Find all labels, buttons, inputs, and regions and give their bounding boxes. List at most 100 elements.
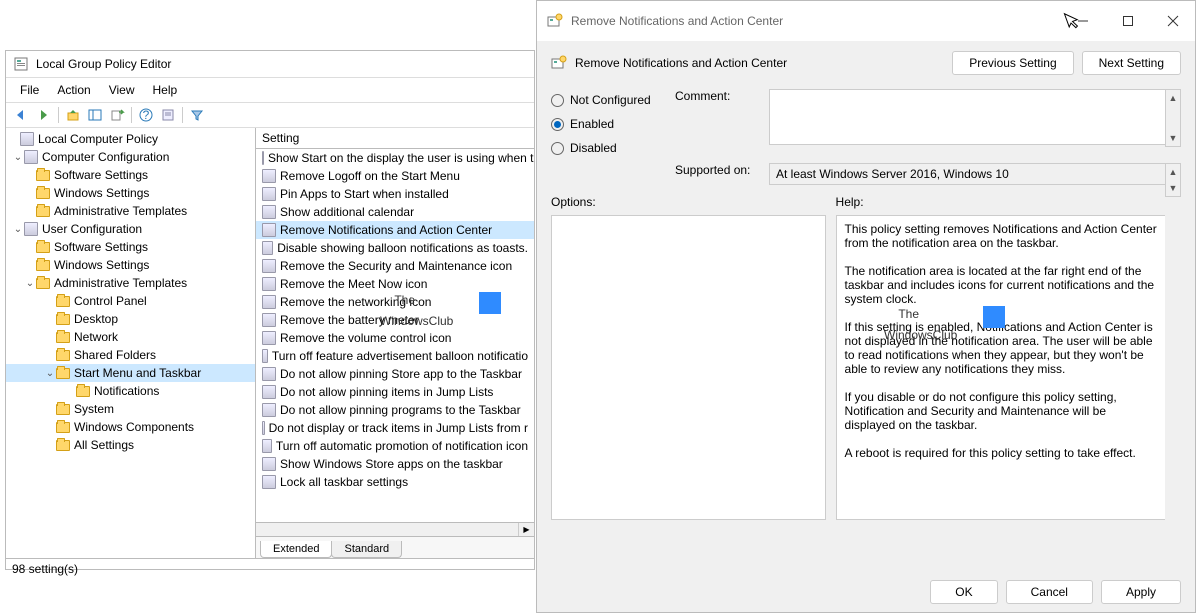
tree-admin-templates[interactable]: ⌄Administrative Templates: [6, 274, 255, 292]
setting-row[interactable]: Lock all taskbar settings: [256, 473, 534, 491]
radio-enabled[interactable]: Enabled: [551, 117, 671, 131]
options-pane: [551, 215, 826, 520]
help-pane: This policy setting removes Notification…: [836, 215, 1165, 520]
setting-row[interactable]: Do not display or track items in Jump Li…: [256, 419, 534, 437]
dialog-heading: Remove Notifications and Action Center: [575, 56, 787, 70]
status-bar: 98 setting(s): [6, 558, 534, 579]
scroll-up-button[interactable]: ▲: [1166, 90, 1180, 106]
tree-panel[interactable]: Local Computer Policy ⌄Computer Configur…: [6, 128, 256, 558]
tree-item[interactable]: Software Settings: [6, 238, 255, 256]
gpedit-window: Local Group Policy Editor File Action Vi…: [5, 50, 535, 570]
setting-row[interactable]: Remove the networking icon: [256, 293, 534, 311]
radio-disabled[interactable]: Disabled: [551, 141, 671, 155]
setting-row[interactable]: Remove the volume control icon: [256, 329, 534, 347]
help-label: Help:: [836, 195, 1165, 209]
setting-icon: [262, 151, 264, 165]
tree-notifications[interactable]: Notifications: [6, 382, 255, 400]
tab-standard[interactable]: Standard: [331, 541, 402, 558]
scroll-down-button[interactable]: ▼: [1166, 180, 1180, 196]
maximize-button[interactable]: [1105, 7, 1150, 35]
help-button[interactable]: ?: [136, 106, 156, 124]
setting-label: Lock all taskbar settings: [280, 475, 408, 489]
tree-item[interactable]: Shared Folders: [6, 346, 255, 364]
comment-textarea[interactable]: ▲ ▼: [769, 89, 1165, 145]
setting-row[interactable]: Show Start on the display the user is us…: [256, 149, 534, 167]
policy-icon: [20, 132, 34, 146]
forward-button[interactable]: [34, 106, 54, 124]
setting-row[interactable]: Turn off automatic promotion of notifica…: [256, 437, 534, 455]
export-button[interactable]: [107, 106, 127, 124]
setting-icon: [262, 385, 276, 399]
properties-button[interactable]: [158, 106, 178, 124]
ok-button[interactable]: OK: [930, 580, 997, 604]
menu-action[interactable]: Action: [49, 81, 98, 99]
next-setting-button[interactable]: Next Setting: [1082, 51, 1181, 75]
tree-item[interactable]: Control Panel: [6, 292, 255, 310]
setting-row[interactable]: Pin Apps to Start when installed: [256, 185, 534, 203]
setting-label: Turn off feature advertisement balloon n…: [272, 349, 528, 363]
setting-label: Show Windows Store apps on the taskbar: [280, 457, 503, 471]
back-button[interactable]: [12, 106, 32, 124]
folder-icon: [56, 314, 70, 325]
setting-label: Turn off automatic promotion of notifica…: [276, 439, 528, 453]
dialog-titlebar: Remove Notifications and Action Center: [537, 1, 1195, 41]
setting-label: Remove Notifications and Action Center: [280, 223, 492, 237]
tree-item[interactable]: System: [6, 400, 255, 418]
setting-row[interactable]: Do not allow pinning programs to the Tas…: [256, 401, 534, 419]
tree-item[interactable]: Windows Settings: [6, 184, 255, 202]
dialog-app-icon: [547, 13, 563, 29]
setting-row[interactable]: Remove the battery meter: [256, 311, 534, 329]
list-column-header[interactable]: Setting: [256, 128, 534, 149]
close-button[interactable]: [1150, 7, 1195, 35]
setting-row[interactable]: Turn off feature advertisement balloon n…: [256, 347, 534, 365]
gpedit-app-icon: [14, 56, 30, 72]
setting-row[interactable]: Remove the Meet Now icon: [256, 275, 534, 293]
help-text: A reboot is required for this policy set…: [845, 446, 1157, 460]
setting-row[interactable]: Do not allow pinning Store app to the Ta…: [256, 365, 534, 383]
folder-icon: [56, 404, 70, 415]
setting-label: Do not allow pinning Store app to the Ta…: [280, 367, 522, 381]
setting-row[interactable]: Disable showing balloon notifications as…: [256, 239, 534, 257]
menu-help[interactable]: Help: [145, 81, 186, 99]
show-hide-tree-button[interactable]: [85, 106, 105, 124]
tree-item[interactable]: Network: [6, 328, 255, 346]
scroll-down-button[interactable]: ▼: [1166, 130, 1180, 146]
tree-computer-config[interactable]: ⌄Computer Configuration: [6, 148, 255, 166]
setting-label: Remove the battery meter: [280, 313, 419, 327]
setting-row[interactable]: Remove Logoff on the Start Menu: [256, 167, 534, 185]
scroll-right-button[interactable]: ▶: [518, 523, 534, 536]
tree-user-config[interactable]: ⌄User Configuration: [6, 220, 255, 238]
scroll-up-button[interactable]: ▲: [1166, 164, 1180, 180]
tree-item[interactable]: Windows Components: [6, 418, 255, 436]
folder-icon: [36, 188, 50, 199]
previous-setting-button[interactable]: Previous Setting: [952, 51, 1073, 75]
up-button[interactable]: [63, 106, 83, 124]
folder-icon: [56, 440, 70, 451]
menu-view[interactable]: View: [101, 81, 143, 99]
folder-icon: [36, 260, 50, 271]
gpedit-menubar: File Action View Help: [6, 78, 534, 103]
gpedit-titlebar: Local Group Policy Editor: [6, 51, 534, 78]
tree-item[interactable]: Administrative Templates: [6, 202, 255, 220]
dialog-title: Remove Notifications and Action Center: [571, 14, 1060, 28]
cancel-button[interactable]: Cancel: [1006, 580, 1093, 604]
tree-item[interactable]: Software Settings: [6, 166, 255, 184]
setting-row[interactable]: Show additional calendar: [256, 203, 534, 221]
setting-label: Disable showing balloon notifications as…: [277, 241, 528, 255]
menu-file[interactable]: File: [12, 81, 47, 99]
setting-row[interactable]: Remove the Security and Maintenance icon: [256, 257, 534, 275]
tree-item[interactable]: Windows Settings: [6, 256, 255, 274]
svg-text:?: ?: [143, 108, 150, 122]
tree-root[interactable]: Local Computer Policy: [6, 130, 255, 148]
tree-item[interactable]: All Settings: [6, 436, 255, 454]
radio-not-configured[interactable]: Not Configured: [551, 93, 671, 107]
apply-button[interactable]: Apply: [1101, 580, 1181, 604]
setting-row[interactable]: Do not allow pinning items in Jump Lists: [256, 383, 534, 401]
tab-extended[interactable]: Extended: [260, 541, 332, 558]
filter-button[interactable]: [187, 106, 207, 124]
tree-item[interactable]: Desktop: [6, 310, 255, 328]
setting-row[interactable]: Show Windows Store apps on the taskbar: [256, 455, 534, 473]
settings-list[interactable]: Show Start on the display the user is us…: [256, 149, 534, 522]
tree-start-menu-taskbar[interactable]: ⌄Start Menu and Taskbar: [6, 364, 255, 382]
setting-row[interactable]: Remove Notifications and Action Center: [256, 221, 534, 239]
